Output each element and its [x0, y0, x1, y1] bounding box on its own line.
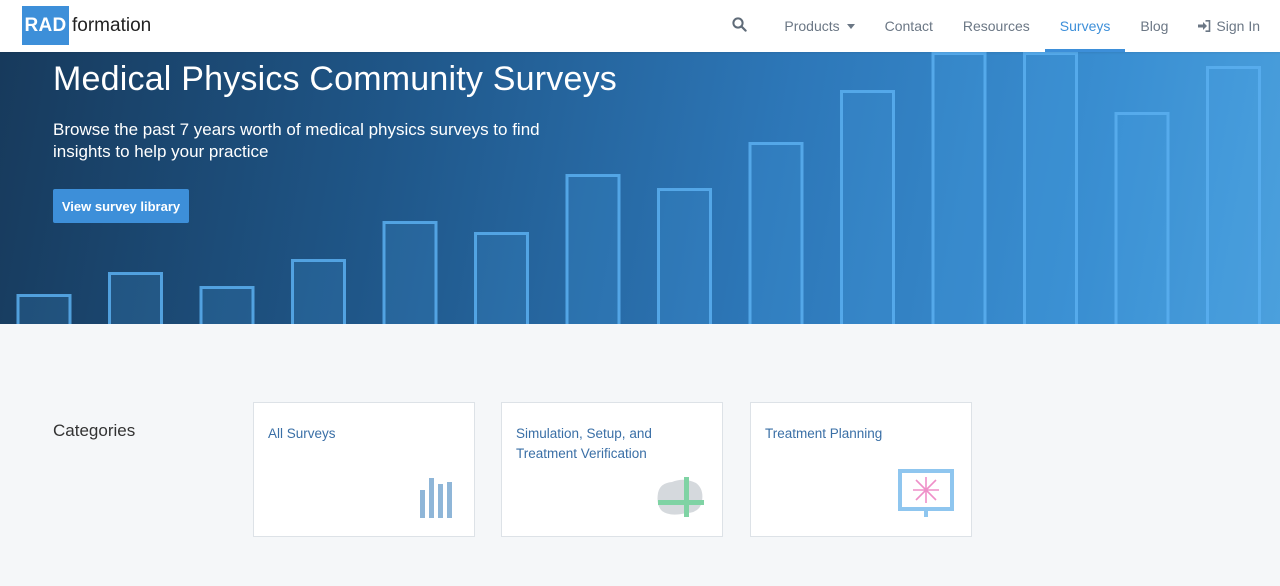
hero-bar [748, 142, 804, 324]
card-title: All Surveys [268, 426, 336, 441]
hero-title: Medical Physics Community Surveys [53, 60, 617, 98]
hero-bar [16, 294, 72, 324]
hero-bar [1023, 52, 1078, 324]
logo-mark: RAD [22, 6, 69, 45]
navbar: RAD formation Products Contact Resources… [0, 0, 1280, 52]
logo[interactable]: RAD formation [22, 6, 151, 45]
category-card-simulation-setup[interactable]: Simulation, Setup, and Treatment Verific… [501, 402, 723, 537]
view-survey-library-button[interactable]: View survey library [53, 189, 189, 223]
hero-bar [840, 90, 895, 324]
hero-bar [565, 174, 621, 324]
nav-resources[interactable]: Resources [948, 0, 1045, 52]
hero-subtitle: Browse the past 7 years worth of medical… [53, 120, 540, 161]
monitor-beam-icon [898, 469, 954, 524]
bar-chart-icon [418, 476, 458, 525]
hero-bar [931, 52, 987, 324]
sign-in-label: Sign In [1216, 18, 1260, 34]
nav-products[interactable]: Products [769, 0, 869, 52]
hero-bar [657, 188, 712, 324]
nav-surveys[interactable]: Surveys [1044, 0, 1126, 52]
nav-products-label: Products [784, 18, 840, 34]
caret-down-icon [846, 23, 855, 29]
card-title: Simulation, Setup, and Treatment Verific… [516, 426, 652, 461]
crosshair-body-icon [656, 475, 706, 524]
categories-heading: Categories [53, 421, 136, 440]
main-nav: Products Contact Resources Surveys Blog … [717, 0, 1280, 52]
sign-in-link[interactable]: Sign In [1183, 0, 1280, 52]
nav-blog[interactable]: Blog [1125, 0, 1183, 52]
nav-contact[interactable]: Contact [870, 0, 948, 52]
hero-bar [1206, 66, 1261, 324]
search-button[interactable] [717, 0, 769, 52]
category-card-treatment-planning[interactable]: Treatment Planning [750, 402, 972, 537]
logo-text: formation [72, 14, 152, 36]
hero-bar [291, 259, 346, 324]
hero-bar [474, 232, 529, 324]
hero-bar [108, 272, 163, 324]
sign-in-icon [1198, 20, 1211, 32]
search-icon [732, 17, 748, 35]
hero-bar [1114, 112, 1170, 324]
hero-bar [382, 221, 438, 324]
hero-bar [199, 286, 255, 324]
card-title: Treatment Planning [765, 426, 883, 441]
hero-banner: Medical Physics Community Surveys Browse… [0, 52, 1280, 324]
category-card-all-surveys[interactable]: All Surveys [253, 402, 475, 537]
